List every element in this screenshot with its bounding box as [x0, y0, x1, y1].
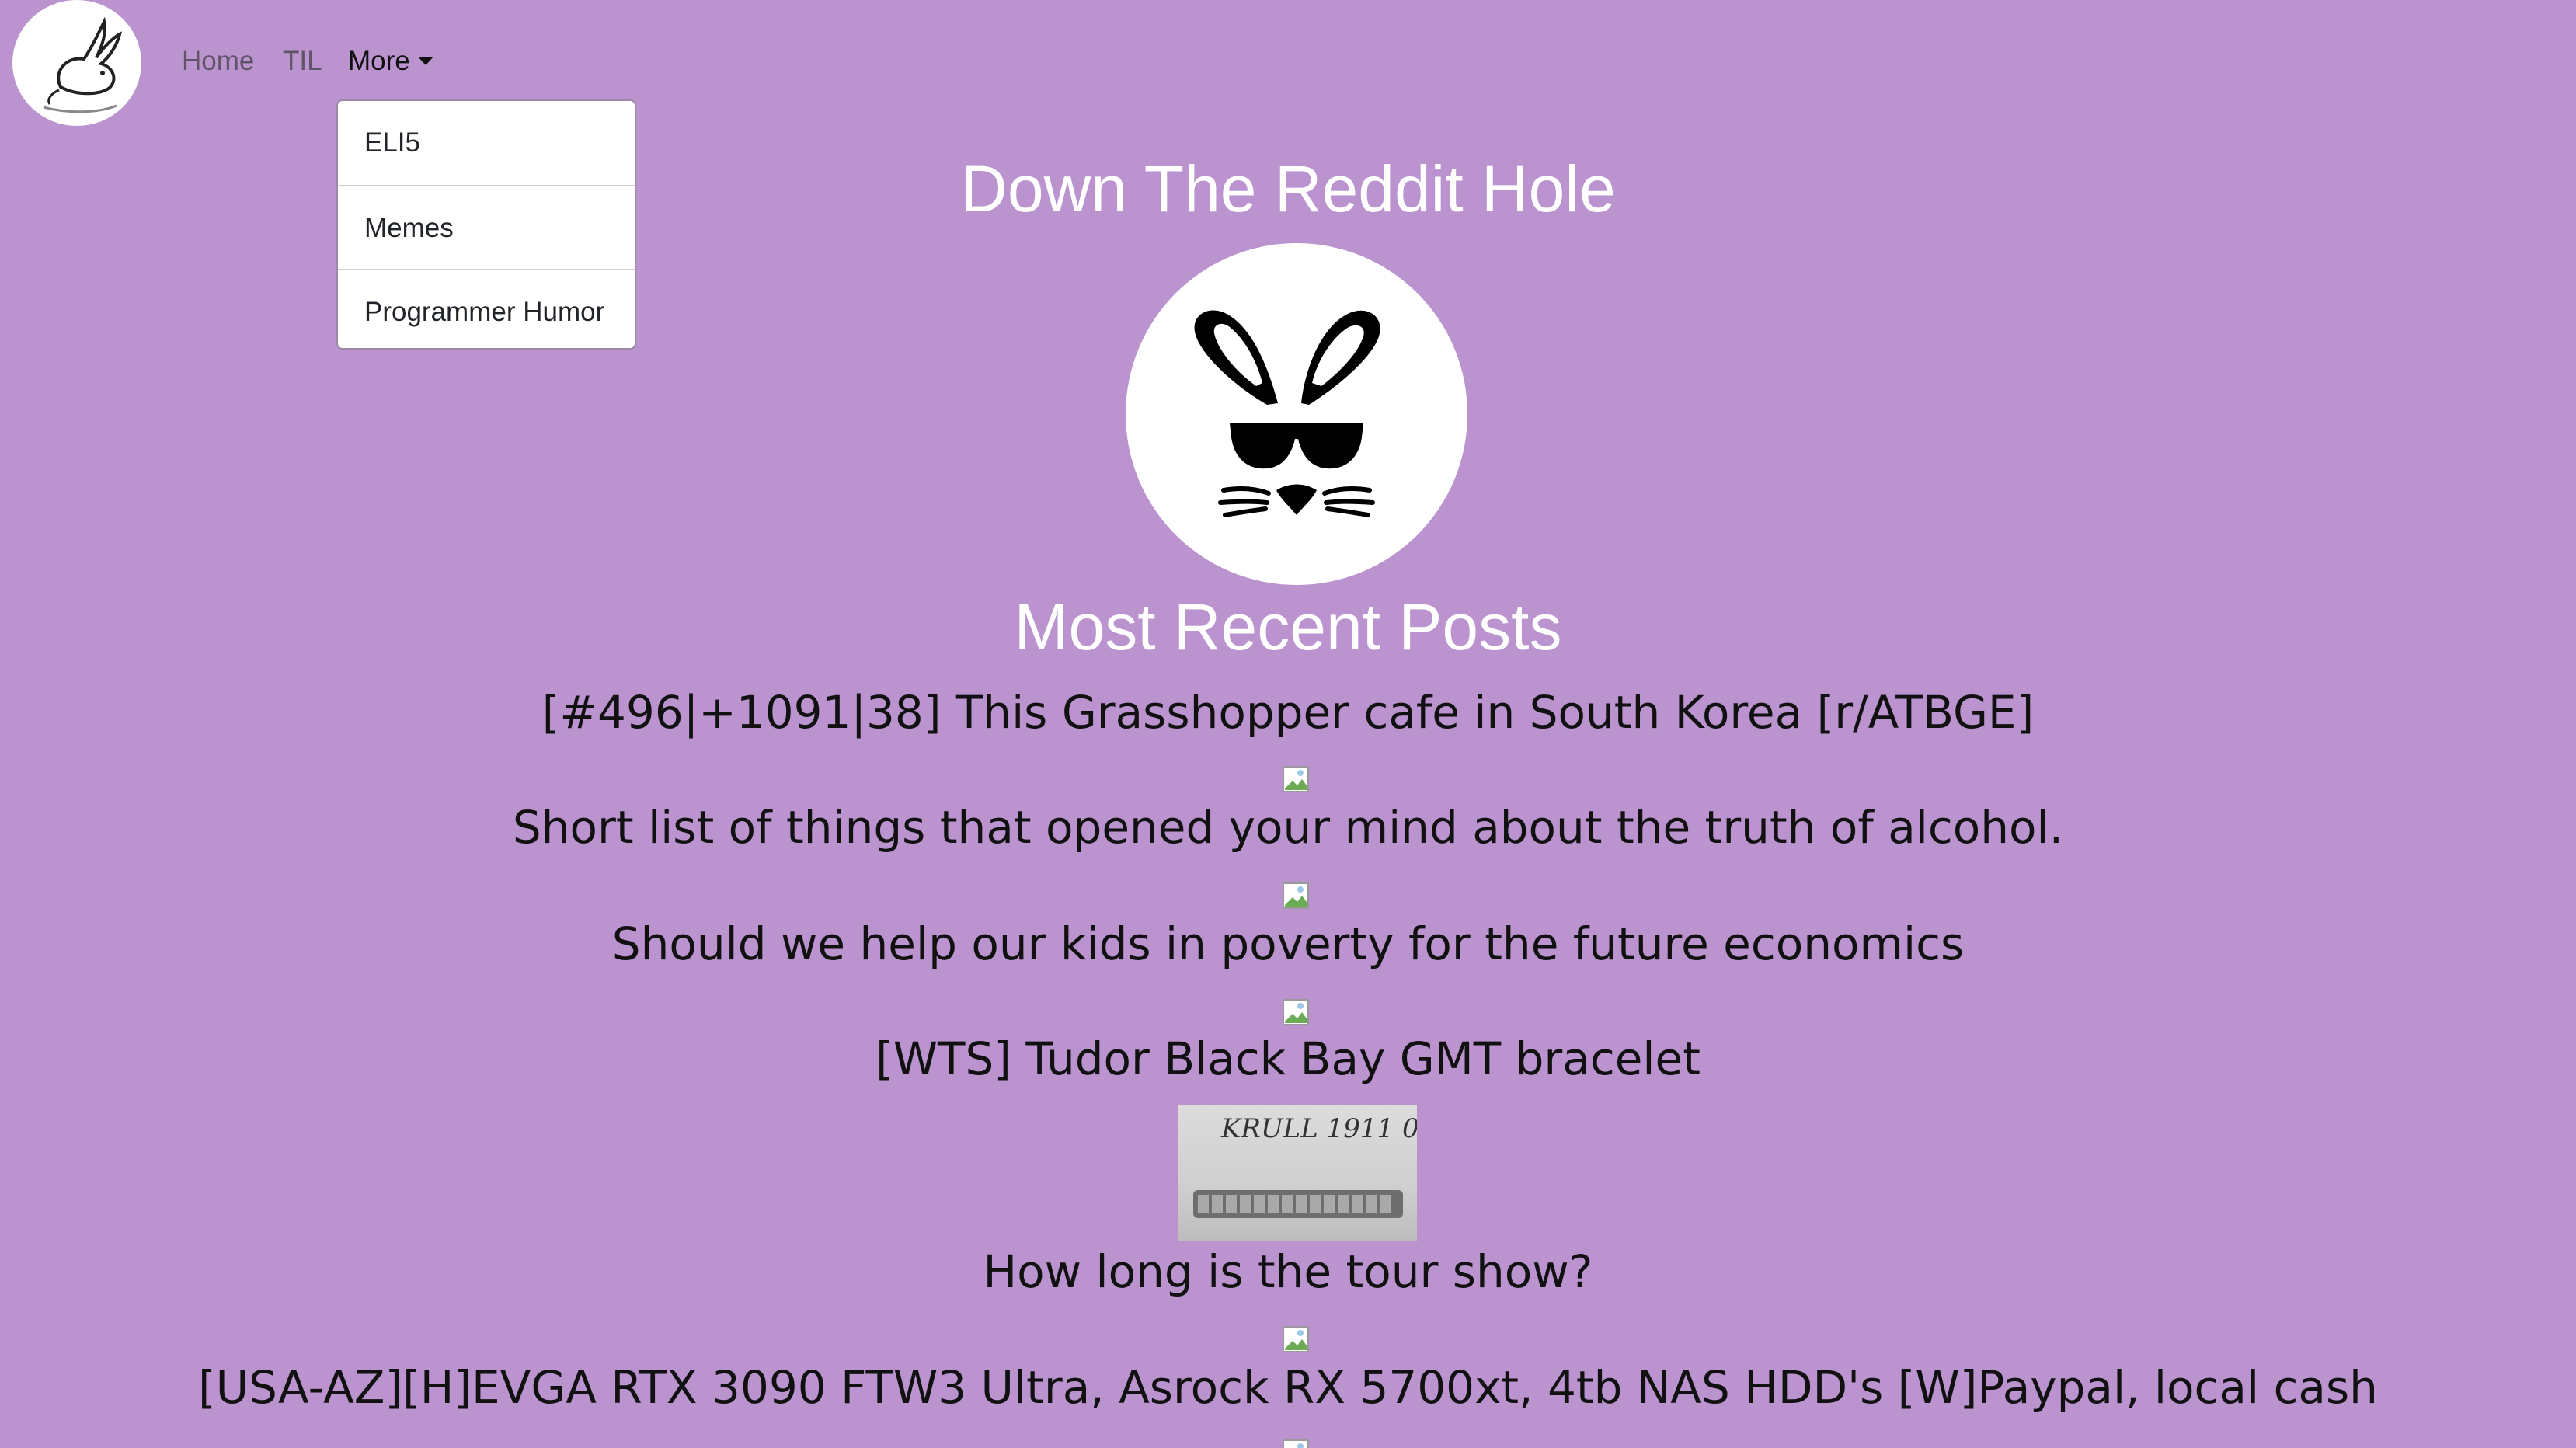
- post-title[interactable]: [USA-AZ][H]EVGA RTX 3090 FTW3 Ultra, Asr…: [0, 1356, 2576, 1418]
- bunny-logo-icon: [43, 16, 122, 113]
- broken-image-icon[interactable]: [1282, 998, 1310, 1026]
- bunny-sunglasses-icon: [1194, 310, 1380, 517]
- watch-bracelet-photo[interactable]: KRULL 1911 01/12/22: [1178, 1105, 1417, 1241]
- page: Home TIL More ELI5 Memes Programmer Humo…: [0, 0, 2576, 1448]
- site-title: Down The Reddit Hole: [960, 152, 1616, 225]
- nav-logo[interactable]: [12, 0, 141, 126]
- photo-handwriting: KRULL 1911 01/12/22: [1220, 1113, 1417, 1144]
- broken-image-icon[interactable]: [1282, 882, 1310, 910]
- nav-link-home[interactable]: Home: [182, 44, 254, 79]
- nav-link-til[interactable]: TIL: [283, 44, 322, 79]
- post-title[interactable]: [#496|+1091|38] This Grasshopper cafe in…: [0, 681, 2576, 743]
- post-title[interactable]: How long is the tour show?: [0, 1241, 2576, 1303]
- post-title[interactable]: Short list of things that opened your mi…: [0, 796, 2576, 858]
- hero-logo: [1126, 243, 1467, 585]
- nav-dropdown-more[interactable]: More: [348, 44, 433, 79]
- broken-image-icon[interactable]: [1282, 765, 1310, 793]
- dropdown-item-programmer-humor[interactable]: Programmer Humor: [338, 269, 635, 353]
- caret-down-icon: [417, 57, 433, 65]
- post-title[interactable]: Should we help our kids in poverty for t…: [0, 913, 2576, 975]
- section-title: Most Recent Posts: [1014, 590, 1562, 663]
- broken-image-icon[interactable]: [1282, 1439, 1310, 1448]
- post-title[interactable]: [WTS] Tudor Black Bay GMT bracelet: [0, 1028, 2576, 1090]
- nav-more-label: More: [348, 46, 410, 76]
- broken-image-icon[interactable]: [1282, 1325, 1310, 1353]
